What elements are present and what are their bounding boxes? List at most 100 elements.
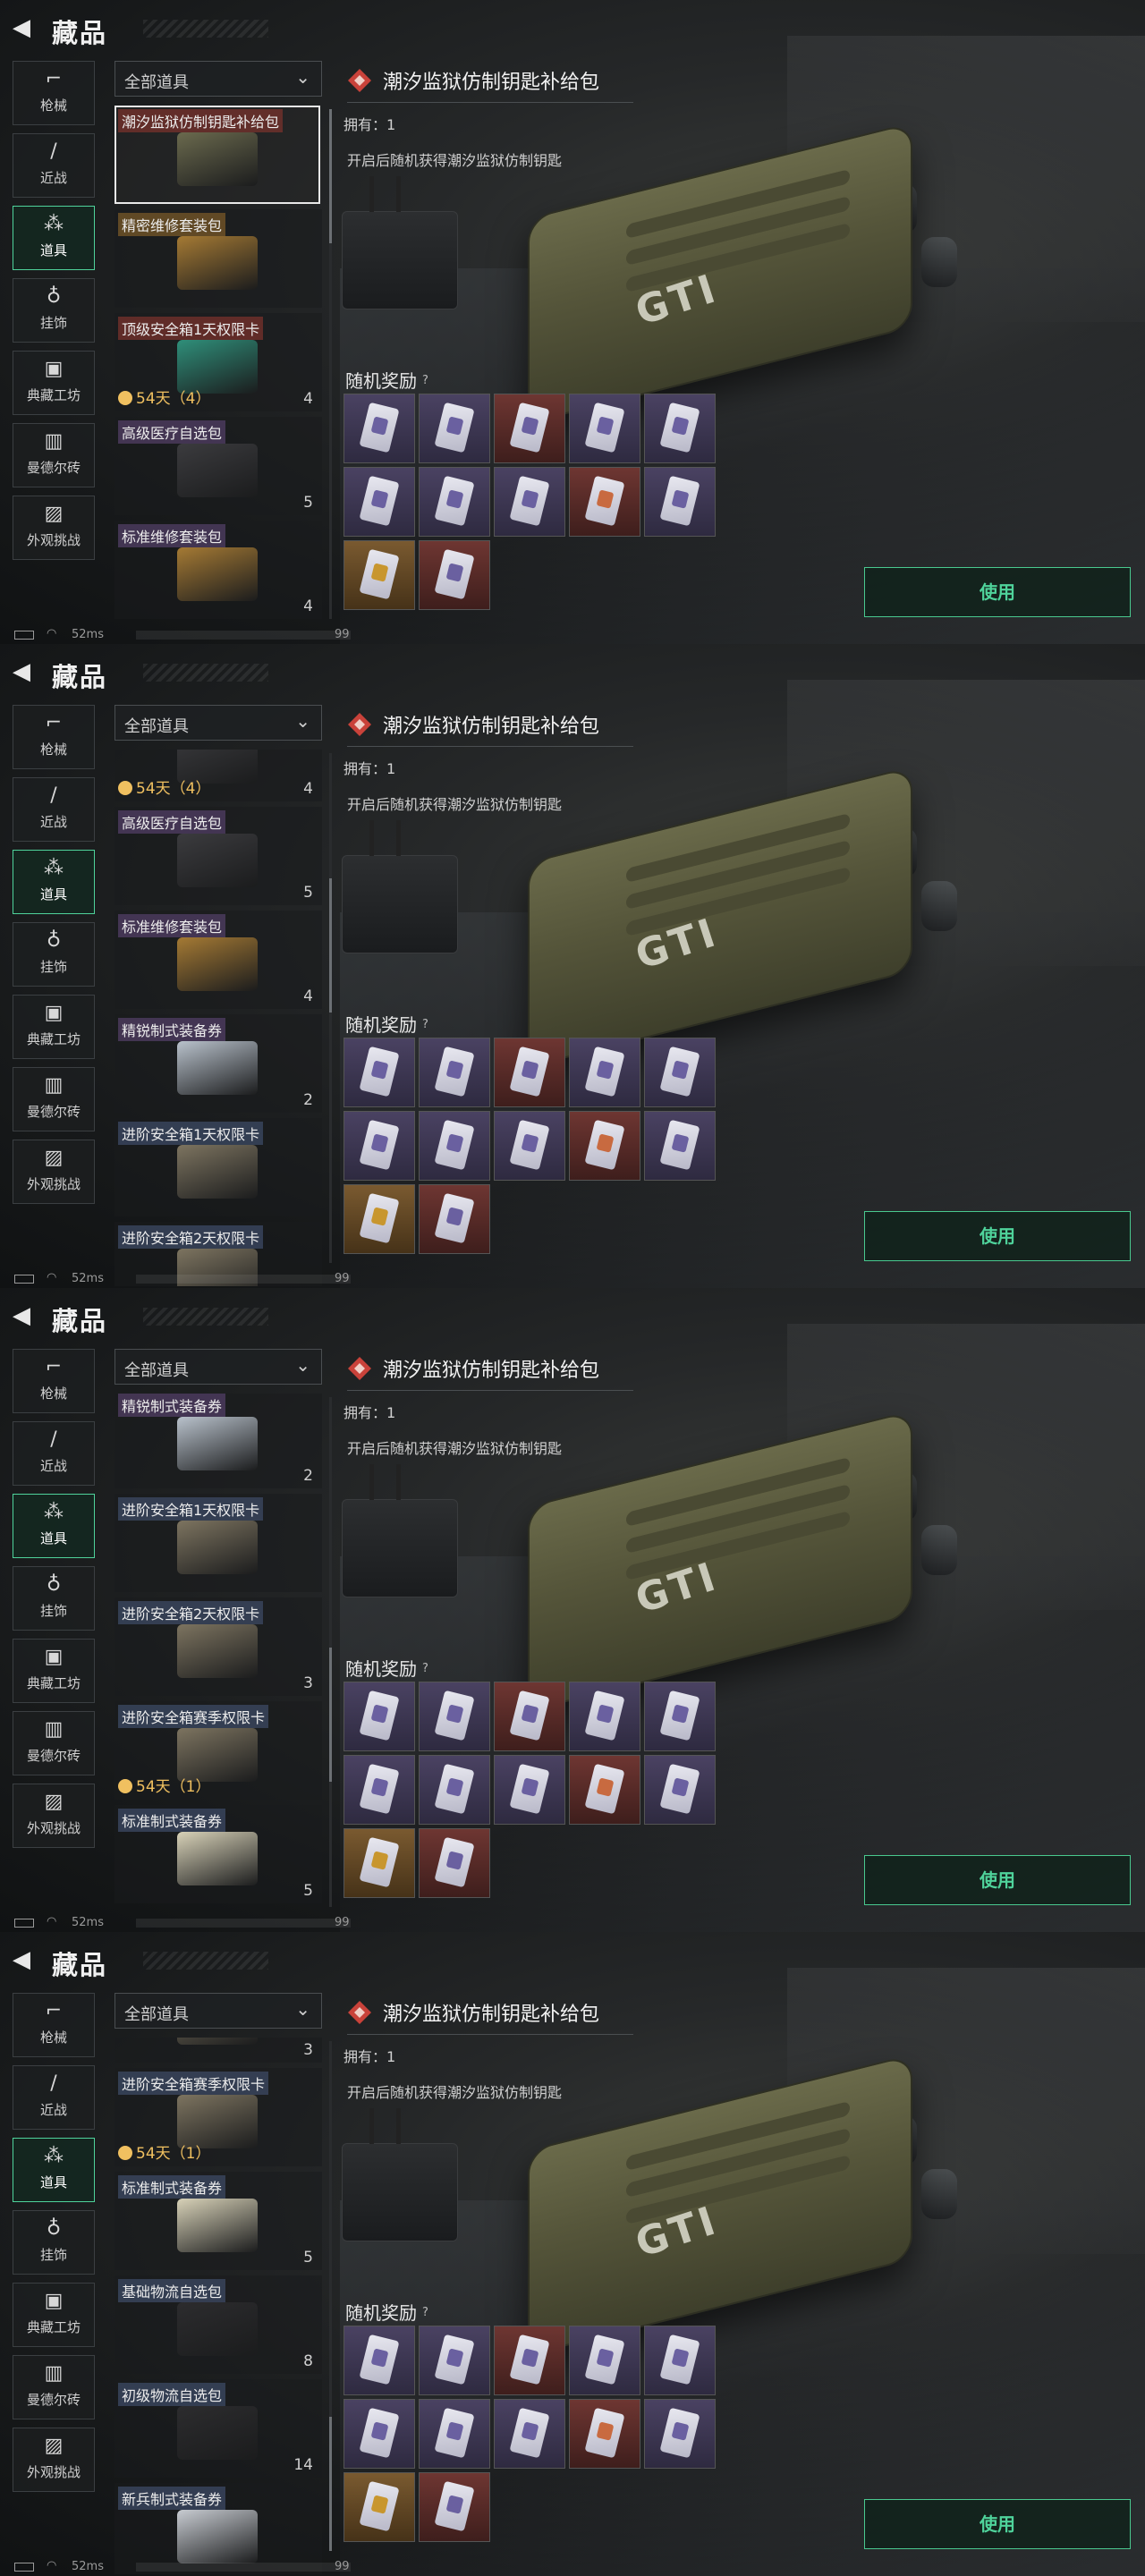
- use-button[interactable]: 使用: [864, 1211, 1131, 1261]
- item-card[interactable]: 精密维修套装包: [114, 209, 322, 308]
- item-list-scrollbar[interactable]: [329, 1397, 332, 1907]
- use-button[interactable]: 使用: [864, 1855, 1131, 1905]
- nav-item-0[interactable]: ⌐ 枪械: [13, 1349, 95, 1413]
- reward-slot[interactable]: [344, 1828, 415, 1898]
- scrollbar-thumb[interactable]: [329, 878, 332, 1013]
- item-list-scrollbar[interactable]: [329, 109, 332, 619]
- reward-slot[interactable]: [644, 394, 716, 463]
- help-icon[interactable]: ?: [422, 1662, 428, 1675]
- nav-item-1[interactable]: / 近战: [13, 777, 95, 842]
- back-arrow-icon[interactable]: ◀: [13, 16, 36, 39]
- nav-item-5[interactable]: ▥ 曼德尔砖: [13, 1067, 95, 1131]
- nav-item-6[interactable]: ▨ 外观挑战: [13, 1784, 95, 1848]
- reward-slot[interactable]: [569, 2326, 640, 2395]
- nav-item-3[interactable]: ♁ 挂饰: [13, 2210, 95, 2275]
- item-list-scrollbar[interactable]: [329, 753, 332, 1263]
- back-arrow-icon[interactable]: ◀: [13, 1304, 36, 1327]
- reward-slot[interactable]: [344, 1184, 415, 1254]
- nav-item-1[interactable]: / 近战: [13, 1421, 95, 1486]
- nav-item-0[interactable]: ⌐ 枪械: [13, 705, 95, 769]
- reward-slot[interactable]: [644, 2326, 716, 2395]
- reward-slot[interactable]: [494, 2399, 565, 2469]
- reward-slot[interactable]: [419, 1111, 490, 1181]
- nav-item-3[interactable]: ♁ 挂饰: [13, 1566, 95, 1631]
- reward-slot[interactable]: [569, 2399, 640, 2469]
- back-arrow-icon[interactable]: ◀: [13, 660, 36, 683]
- nav-item-6[interactable]: ▨ 外观挑战: [13, 1140, 95, 1204]
- reward-slot[interactable]: [344, 394, 415, 463]
- reward-slot[interactable]: [494, 467, 565, 537]
- filter-dropdown[interactable]: 全部道具 ⌄: [114, 61, 322, 97]
- reward-slot[interactable]: [344, 2472, 415, 2542]
- reward-slot[interactable]: [569, 394, 640, 463]
- item-card[interactable]: 54天（4） 4: [114, 750, 322, 801]
- reward-slot[interactable]: [419, 1755, 490, 1825]
- help-icon[interactable]: ?: [422, 374, 428, 387]
- item-card[interactable]: 3: [114, 2038, 322, 2063]
- reward-slot[interactable]: [419, 1184, 490, 1254]
- item-list-scrollbar[interactable]: [329, 2041, 332, 2551]
- reward-slot[interactable]: [644, 1682, 716, 1751]
- reward-slot[interactable]: [419, 1682, 490, 1751]
- nav-item-6[interactable]: ▨ 外观挑战: [13, 2428, 95, 2492]
- reward-slot[interactable]: [419, 2326, 490, 2395]
- reward-slot[interactable]: [569, 467, 640, 537]
- help-icon[interactable]: ?: [422, 1018, 428, 1031]
- item-card[interactable]: 基础物流自选包 8: [114, 2275, 322, 2374]
- nav-item-4[interactable]: ▣ 典藏工坊: [13, 2283, 95, 2347]
- item-card[interactable]: 进阶安全箱2天权限卡 3: [114, 1597, 322, 1696]
- help-icon[interactable]: ?: [422, 2306, 428, 2319]
- item-card[interactable]: 进阶安全箱1天权限卡: [114, 1494, 322, 1592]
- reward-slot[interactable]: [644, 1038, 716, 1107]
- use-button[interactable]: 使用: [864, 2499, 1131, 2549]
- reward-slot[interactable]: [494, 394, 565, 463]
- reward-slot[interactable]: [569, 1111, 640, 1181]
- reward-slot[interactable]: [494, 2326, 565, 2395]
- reward-slot[interactable]: [494, 1682, 565, 1751]
- item-card[interactable]: 进阶安全箱赛季权限卡 54天（1）: [114, 2068, 322, 2166]
- item-card[interactable]: 标准制式装备券 5: [114, 2172, 322, 2270]
- nav-item-1[interactable]: / 近战: [13, 133, 95, 198]
- reward-slot[interactable]: [344, 2326, 415, 2395]
- item-card[interactable]: 初级物流自选包 14: [114, 2379, 322, 2478]
- nav-item-6[interactable]: ▨ 外观挑战: [13, 496, 95, 560]
- nav-item-4[interactable]: ▣ 典藏工坊: [13, 351, 95, 415]
- reward-slot[interactable]: [494, 1111, 565, 1181]
- nav-item-5[interactable]: ▥ 曼德尔砖: [13, 423, 95, 487]
- nav-item-4[interactable]: ▣ 典藏工坊: [13, 995, 95, 1059]
- filter-dropdown[interactable]: 全部道具 ⌄: [114, 1993, 322, 2029]
- filter-dropdown[interactable]: 全部道具 ⌄: [114, 1349, 322, 1385]
- nav-item-0[interactable]: ⌐ 枪械: [13, 61, 95, 125]
- item-card[interactable]: 潮汐监狱仿制钥匙补给包: [114, 106, 322, 204]
- nav-item-2[interactable]: ⁂ 道具: [13, 206, 95, 270]
- reward-slot[interactable]: [344, 1755, 415, 1825]
- reward-slot[interactable]: [344, 1682, 415, 1751]
- item-card[interactable]: 标准制式装备券 5: [114, 1805, 322, 1903]
- reward-slot[interactable]: [419, 467, 490, 537]
- nav-item-3[interactable]: ♁ 挂饰: [13, 922, 95, 987]
- reward-slot[interactable]: [419, 540, 490, 610]
- reward-slot[interactable]: [344, 467, 415, 537]
- nav-item-2[interactable]: ⁂ 道具: [13, 1494, 95, 1558]
- reward-slot[interactable]: [644, 1111, 716, 1181]
- nav-item-2[interactable]: ⁂ 道具: [13, 2138, 95, 2202]
- nav-item-5[interactable]: ▥ 曼德尔砖: [13, 1711, 95, 1775]
- item-card[interactable]: 精锐制式装备券 2: [114, 1394, 322, 1488]
- nav-item-0[interactable]: ⌐ 枪械: [13, 1993, 95, 2057]
- back-arrow-icon[interactable]: ◀: [13, 1948, 36, 1971]
- item-card[interactable]: 顶级安全箱1天权限卡 54天（4） 4: [114, 313, 322, 411]
- item-card[interactable]: 进阶安全箱1天权限卡: [114, 1118, 322, 1216]
- item-card[interactable]: 标准维修套装包 4: [114, 911, 322, 1009]
- scrollbar-thumb[interactable]: [329, 1648, 332, 1782]
- item-card[interactable]: 精锐制式装备券 2: [114, 1014, 322, 1113]
- reward-slot[interactable]: [569, 1682, 640, 1751]
- reward-slot[interactable]: [419, 2472, 490, 2542]
- reward-slot[interactable]: [344, 2399, 415, 2469]
- scrollbar-thumb[interactable]: [329, 2417, 332, 2551]
- reward-slot[interactable]: [419, 1828, 490, 1898]
- nav-item-1[interactable]: / 近战: [13, 2065, 95, 2130]
- reward-slot[interactable]: [419, 394, 490, 463]
- nav-item-5[interactable]: ▥ 曼德尔砖: [13, 2355, 95, 2419]
- reward-slot[interactable]: [344, 1038, 415, 1107]
- reward-slot[interactable]: [644, 2399, 716, 2469]
